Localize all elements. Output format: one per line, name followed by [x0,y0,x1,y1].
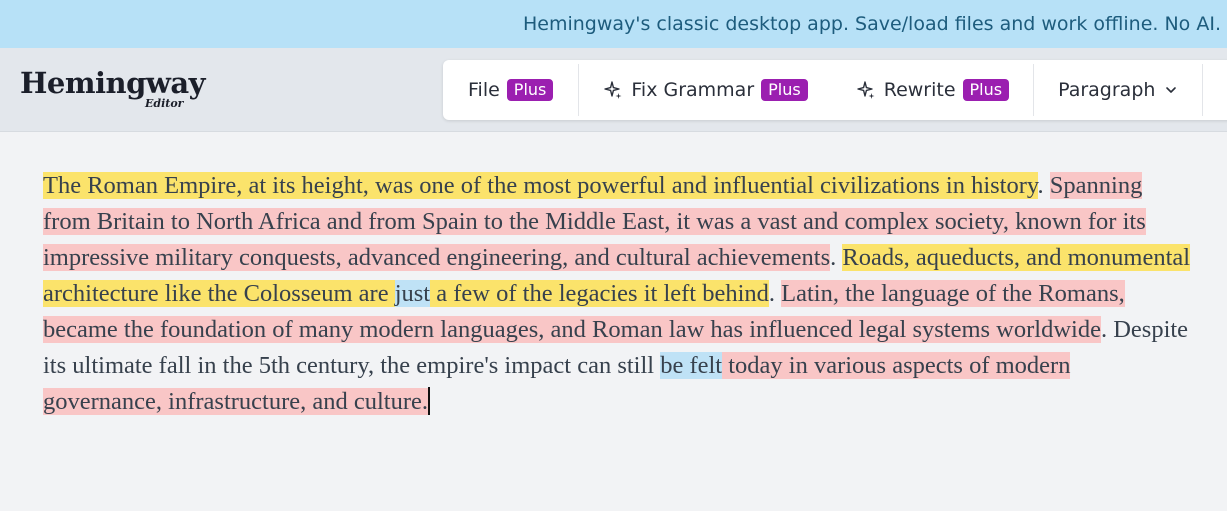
file-label: File [468,79,500,101]
sentence-punctuation: . [1100,316,1114,343]
text-editor[interactable]: The Roman Empire, at its height, was one… [43,168,1193,420]
sparkle-icon [604,81,622,99]
plus-badge: Plus [761,79,808,101]
chevron-down-icon [1166,87,1177,93]
toolbar: File Plus Fix Grammar Plus Rewrite Plus … [443,60,1227,120]
logo-title: Hemingway [20,66,206,100]
hard-sentence-highlight: a few of the legacies it left behind [436,280,769,307]
toolbar-divider [1202,64,1204,116]
plus-badge: Plus [506,79,554,101]
fix-grammar-button[interactable]: Fix Grammar Plus [579,60,831,120]
promo-banner-text: Hemingway's classic desktop app. Save/lo… [522,13,1221,35]
adverb-highlight: just [394,280,431,307]
hard-sentence-space [388,280,395,307]
rewrite-label: Rewrite [883,79,956,101]
hard-sentence-highlight: The Roman Empire, at its height, was one… [43,172,1038,199]
paragraph-dropdown[interactable]: Paragraph [1034,60,1202,120]
sentence-punctuation: . [768,280,782,307]
text-cursor [428,387,431,415]
sentence-punctuation: . [1037,172,1050,199]
app-header: Hemingway Editor File Plus Fix Grammar P… [0,48,1227,132]
paragraph-label: Paragraph [1058,79,1156,101]
sparkle-icon [857,81,875,99]
rewrite-button[interactable]: Rewrite Plus [832,60,1033,120]
plus-badge: Plus [962,79,1010,101]
app-logo[interactable]: Hemingway Editor [20,66,210,114]
logo-subtitle: Editor [145,97,184,110]
promo-banner[interactable]: Hemingway's classic desktop app. Save/lo… [0,0,1227,48]
passive-voice-highlight: be felt [660,352,723,379]
fix-grammar-label: Fix Grammar [631,79,755,101]
sentence-punctuation: . [830,244,843,271]
file-button[interactable]: File Plus [443,60,578,120]
